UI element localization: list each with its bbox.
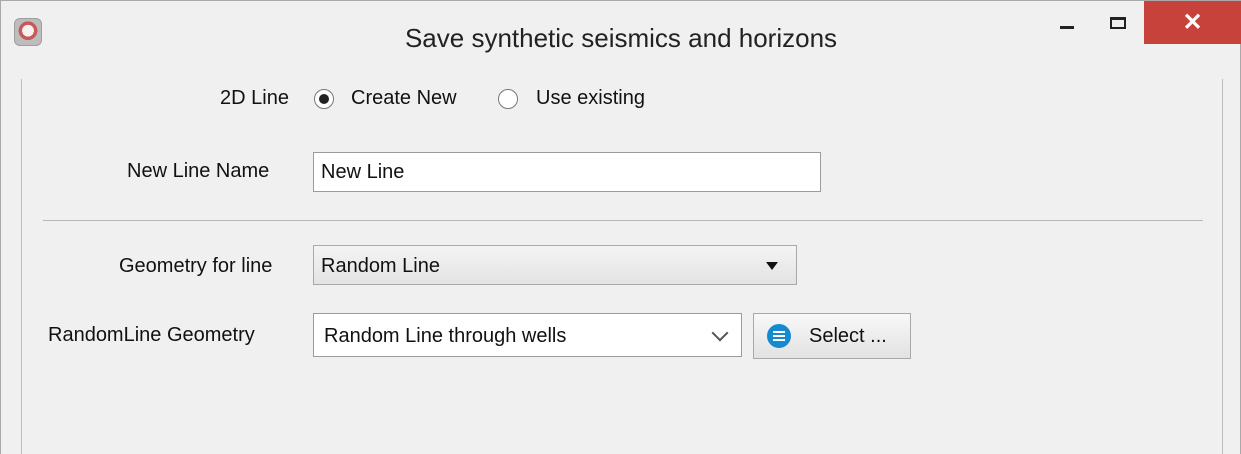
list-icon — [767, 324, 791, 348]
section-separator — [43, 220, 1203, 221]
random-line-geometry-selected-value: Random Line through wells — [324, 325, 567, 347]
select-button-label: Select ... — [809, 325, 887, 347]
use-existing-radio[interactable] — [498, 89, 518, 109]
random-line-geometry-dropdown[interactable]: Random Line through wells — [313, 313, 742, 357]
close-button[interactable]: ✕ — [1144, 1, 1241, 44]
chevron-down-icon — [711, 324, 729, 342]
new-line-name-input[interactable]: New Line — [313, 152, 821, 192]
window-title: Save synthetic seismics and horizons — [404, 23, 838, 53]
geometry-dropdown[interactable]: Random Line — [313, 245, 797, 285]
dropdown-arrow-icon — [766, 262, 778, 270]
random-line-geometry-label: RandomLine Geometry — [48, 324, 255, 346]
line-type-label: 2D Line — [220, 87, 289, 109]
maximize-icon — [1110, 16, 1126, 29]
maximize-button[interactable] — [1093, 1, 1143, 44]
geometry-label: Geometry for line — [119, 255, 273, 277]
create-new-radio[interactable] — [314, 89, 334, 109]
create-new-label[interactable]: Create New — [351, 87, 457, 110]
use-existing-label[interactable]: Use existing — [536, 87, 645, 110]
geometry-selected-value: Random Line — [321, 255, 440, 277]
select-button[interactable]: Select ... — [753, 313, 911, 359]
title-bar: Save synthetic seismics and horizons ✕ — [1, 1, 1241, 79]
new-line-name-label: New Line Name — [127, 160, 270, 182]
minimize-button[interactable] — [1041, 1, 1093, 44]
app-icon — [14, 18, 42, 46]
save-synthetic-dialog: Save synthetic seismics and horizons ✕ 2… — [0, 0, 1241, 454]
close-icon: ✕ — [1182, 9, 1203, 36]
minimize-icon — [1060, 26, 1074, 29]
